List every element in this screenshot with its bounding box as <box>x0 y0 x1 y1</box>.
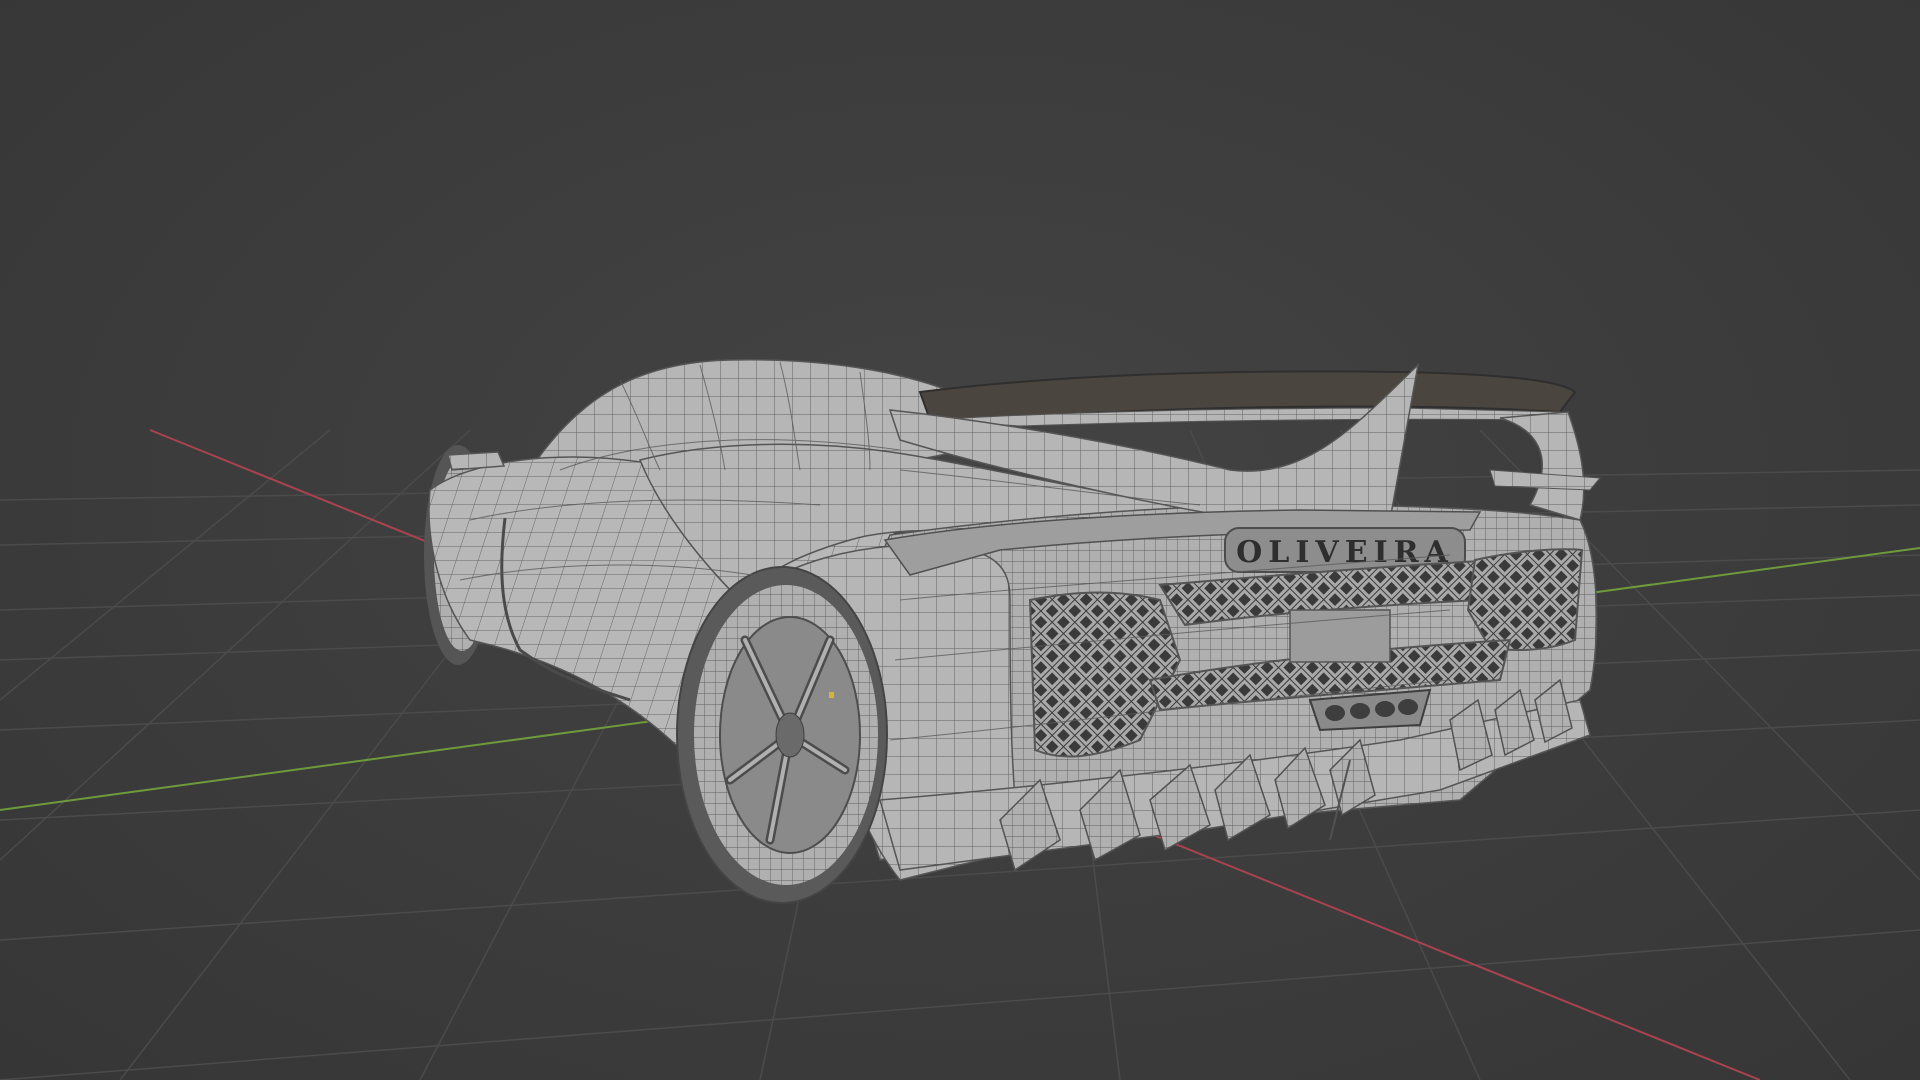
grille-right <box>1466 548 1584 651</box>
side-mirror <box>447 451 506 471</box>
license-plate-area <box>1289 609 1391 663</box>
rear-right-wheel <box>676 566 888 904</box>
3d-viewport[interactable]: OLIVEIRA <box>0 0 1920 1080</box>
viewport-canvas[interactable]: OLIVEIRA <box>0 0 1920 1080</box>
